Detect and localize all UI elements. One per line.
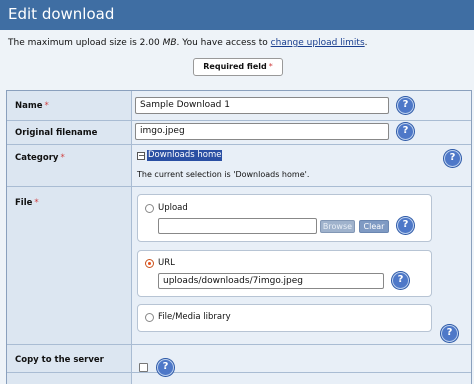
copy-to-server-help-icon[interactable]: ? xyxy=(157,359,174,376)
category-label-cell: Category * xyxy=(7,145,132,186)
next-row-partial xyxy=(7,373,471,384)
file-required-marker: * xyxy=(34,198,39,208)
required-field-legend: Required field * xyxy=(193,58,283,76)
copy-to-server-label-cell: Copy to the server xyxy=(7,345,132,372)
name-label: Name * xyxy=(15,101,49,111)
next-row-value-cell xyxy=(132,373,471,384)
copy-to-server-checkbox[interactable] xyxy=(139,363,148,372)
original-filename-help-icon[interactable]: ? xyxy=(397,123,414,140)
original-filename-label-cell: Original filename xyxy=(7,121,132,144)
upload-limit-notice: The maximum upload size is 2.00 MB. You … xyxy=(8,38,368,48)
name-input[interactable]: Sample Download 1 xyxy=(135,97,389,114)
clear-button[interactable]: Clear xyxy=(359,220,389,233)
category-selection-note: The current selection is 'Downloads home… xyxy=(137,170,310,179)
next-row-label-cell xyxy=(7,373,132,384)
upload-option-label: Upload xyxy=(158,203,188,213)
name-required-marker: * xyxy=(44,101,49,111)
category-required-marker: * xyxy=(60,153,65,163)
copy-to-server-label: Copy to the server xyxy=(15,355,104,365)
url-input[interactable]: uploads/downloads/7imgo.jpeg xyxy=(158,273,384,289)
category-help-icon[interactable]: ? xyxy=(444,150,461,167)
url-help-icon[interactable]: ? xyxy=(392,272,409,289)
notice-text-before: The maximum upload size is 2.00 xyxy=(8,38,163,48)
size-unit: MB xyxy=(162,38,177,48)
name-help-icon[interactable]: ? xyxy=(397,97,414,114)
file-media-library-radio[interactable] xyxy=(145,313,154,322)
file-help-icon[interactable]: ? xyxy=(441,325,458,342)
page-title: Edit download xyxy=(8,5,115,23)
page-header: Edit download xyxy=(0,0,474,30)
change-upload-limits-link[interactable]: change upload limits xyxy=(271,38,365,48)
original-filename-label: Original filename xyxy=(15,128,98,138)
copy-to-server-value-cell xyxy=(132,345,471,372)
file-label: File * xyxy=(15,198,39,208)
original-filename-input[interactable]: imgo.jpeg xyxy=(135,123,389,140)
file-media-library-label: File/Media library xyxy=(158,312,231,322)
upload-help-icon[interactable]: ? xyxy=(397,217,414,234)
category-tree: − Downloads home xyxy=(137,150,223,161)
upload-radio[interactable] xyxy=(145,204,154,213)
name-label-cell: Name * xyxy=(7,91,132,120)
required-field-label: Required field xyxy=(203,62,267,71)
collapse-toggle-icon[interactable]: − xyxy=(137,151,145,160)
upload-file-input[interactable] xyxy=(158,218,317,234)
notice-text-middle: . You have access to xyxy=(176,38,271,48)
url-radio[interactable] xyxy=(145,259,154,268)
category-tree-item-downloads-home[interactable]: Downloads home xyxy=(147,150,223,161)
copy-to-server-row: Copy to the server xyxy=(7,345,471,373)
category-label: Category * xyxy=(15,153,65,163)
name-label-text: Name xyxy=(15,101,43,111)
file-label-cell: File * xyxy=(7,187,132,344)
url-option-label: URL xyxy=(158,258,175,268)
browse-button[interactable]: Browse xyxy=(320,220,355,233)
required-marker: * xyxy=(268,62,273,71)
category-row: Category * xyxy=(7,145,471,187)
category-label-text: Category xyxy=(15,153,59,163)
notice-text-after: . xyxy=(364,38,368,48)
file-label-text: File xyxy=(15,198,33,208)
